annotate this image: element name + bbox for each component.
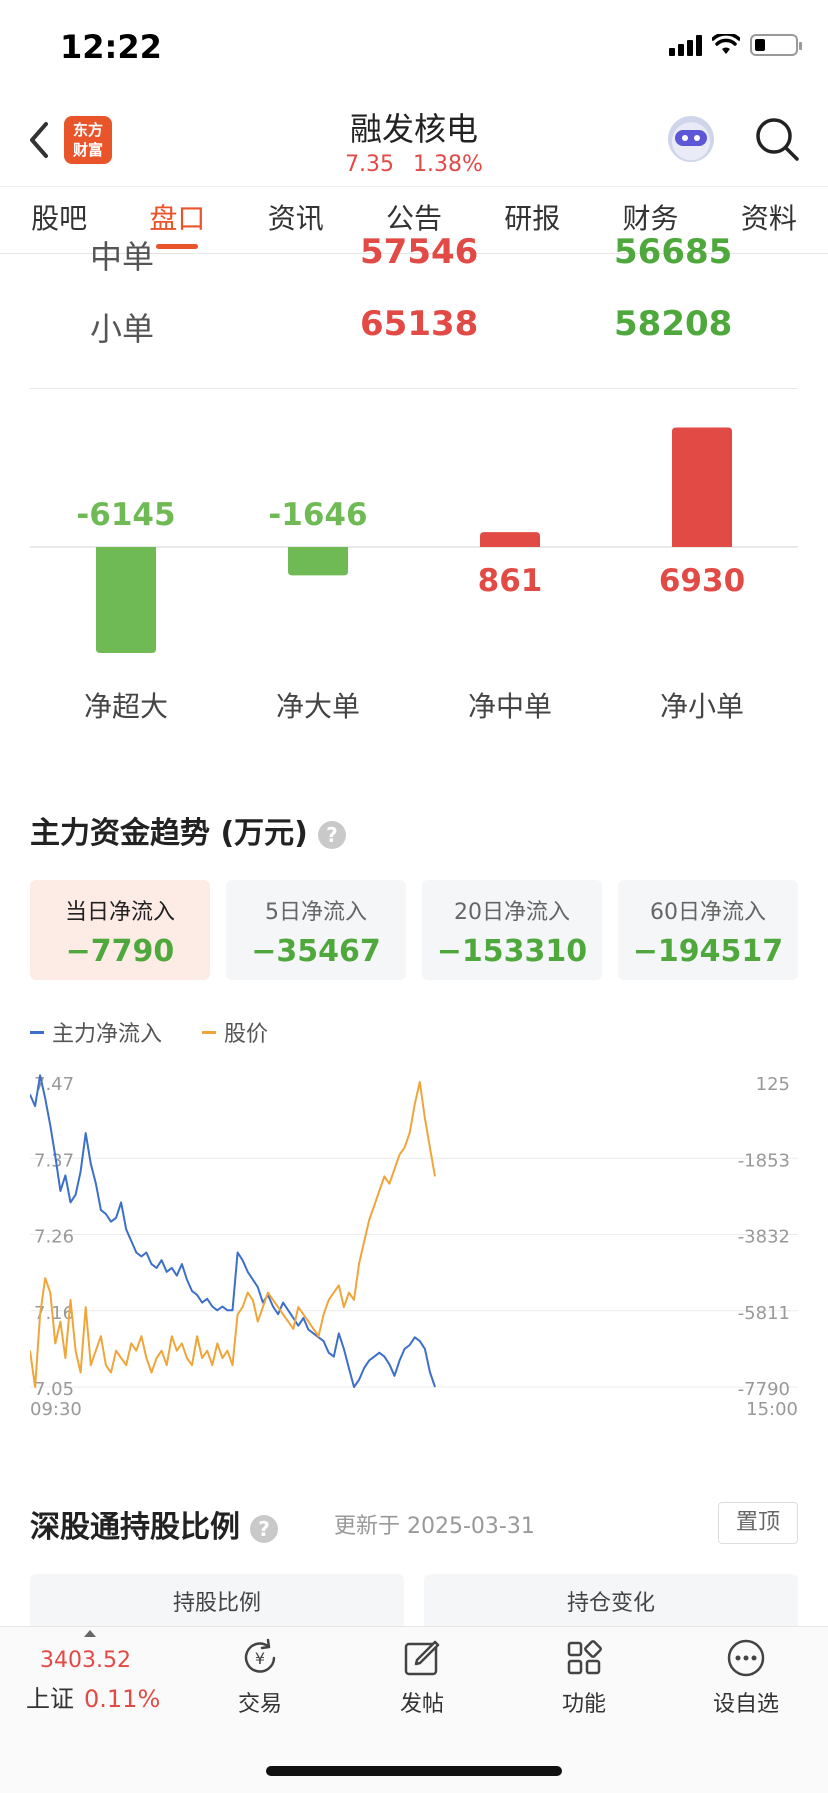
card-60day-net-inflow[interactable]: 60日净流入 −194517: [618, 880, 798, 980]
net-flow-category-label: 净中单: [468, 690, 552, 723]
card-today-net-inflow[interactable]: 当日净流入 −7790: [30, 880, 210, 980]
home-indicator: [266, 1766, 562, 1776]
right-axis-tick: -3832: [738, 1227, 790, 1248]
x-axis-start-label: 09:30: [30, 1399, 82, 1420]
add-watchlist-button[interactable]: 设自选: [686, 1636, 806, 1718]
order-outflow: 56685: [614, 236, 733, 272]
sgt-col-position-change[interactable]: 持仓变化: [424, 1574, 798, 1634]
order-row-label: 小单: [90, 310, 155, 348]
order-inflow: 65138: [360, 304, 479, 344]
order-inflow: 57546: [360, 236, 479, 272]
trade-icon: ¥: [244, 1638, 276, 1673]
left-axis-tick: 7.05: [34, 1379, 74, 1400]
index-value: 3403.52: [40, 1648, 131, 1673]
post-icon: [404, 1640, 440, 1676]
index-ticker[interactable]: 3403.52 上证 0.11%: [26, 1648, 176, 1714]
net-flow-category-label: 净超大: [84, 690, 168, 723]
order-row-medium: 中单 57546 56685: [0, 236, 828, 272]
assistant-robot-icon[interactable]: [668, 116, 714, 162]
chart-legend: 主力净流入 股价: [30, 1016, 268, 1048]
net-flow-bar-chart: -6145 净超大 -1646 净大单 861 净中单 6930 净小单: [30, 427, 798, 723]
pin-top-button[interactable]: 置顶: [718, 1502, 798, 1544]
net-flow-value-label: 6930: [659, 563, 745, 599]
net-flow-bar: [672, 427, 732, 547]
net-flow-bar: [480, 532, 540, 547]
left-axis-tick: 7.26: [34, 1227, 74, 1248]
net-flow-value-label: -6145: [76, 497, 175, 533]
card-5day-net-inflow[interactable]: 5日净流入 −35467: [226, 880, 406, 980]
net-flow-value-label: -1646: [268, 497, 367, 533]
status-icons: [669, 34, 802, 56]
function-icon: [567, 1640, 602, 1675]
net-flow-bar: [96, 547, 156, 654]
cellular-signal-icon: [669, 34, 702, 56]
net-flow-bar: [288, 547, 348, 576]
trend-section-title: 主力资金趋势 (万元)?: [30, 808, 346, 852]
right-axis-tick: -1853: [738, 1150, 790, 1171]
svg-text:¥: ¥: [255, 1649, 265, 1668]
order-outflow: 58208: [614, 304, 733, 344]
function-button[interactable]: 功能: [524, 1636, 644, 1718]
more-icon: [727, 1639, 765, 1677]
expand-caret-icon[interactable]: [84, 1630, 96, 1637]
order-row-label: 中单: [90, 238, 155, 272]
right-axis-tick: -5811: [738, 1303, 790, 1324]
sgt-updated-date: 更新于 2025-03-31: [334, 1514, 535, 1539]
battery-icon: [750, 34, 802, 56]
sgt-section-title: 深股通持股比例?: [30, 1502, 278, 1546]
net-flow-category-label: 净大单: [276, 690, 360, 723]
net-flow-value-label: 861: [478, 563, 543, 599]
main-fund-trend-chart: 7.47 1257.37 -18537.26 -38327.16 -58117.05 -7…: [30, 1074, 798, 1420]
right-axis-tick: 125: [756, 1074, 790, 1095]
stock-price: 7.35: [345, 152, 395, 177]
net-flow-category-label: 净小单: [660, 690, 744, 723]
help-icon[interactable]: ?: [250, 1514, 278, 1543]
x-axis-end-label: 15:00: [746, 1399, 798, 1420]
legend-main-inflow: 主力净流入: [30, 1016, 162, 1048]
help-icon[interactable]: ?: [317, 820, 346, 849]
trade-button[interactable]: ¥ 交易: [200, 1636, 320, 1718]
card-20day-net-inflow[interactable]: 20日净流入 −153310: [422, 880, 602, 980]
wifi-icon: [712, 34, 740, 54]
stock-change-pct: 1.38%: [413, 152, 483, 177]
main-inflow-line: [30, 1074, 436, 1388]
legend-stock-price: 股价: [202, 1016, 268, 1048]
post-button[interactable]: 发帖: [362, 1636, 482, 1718]
divider: [30, 388, 798, 389]
right-axis-tick: -7790: [738, 1379, 790, 1400]
order-row-small: 小单 65138 58208: [0, 304, 828, 364]
sgt-col-holding-ratio[interactable]: 持股比例: [30, 1574, 404, 1634]
search-icon[interactable]: [754, 116, 800, 162]
index-change: 0.11%: [84, 1685, 161, 1713]
net-inflow-cards: 当日净流入 −7790 5日净流入 −35467 20日净流入 −153310 …: [30, 880, 798, 980]
index-name: 上证: [26, 1685, 74, 1713]
status-time: 12:22: [60, 28, 162, 66]
